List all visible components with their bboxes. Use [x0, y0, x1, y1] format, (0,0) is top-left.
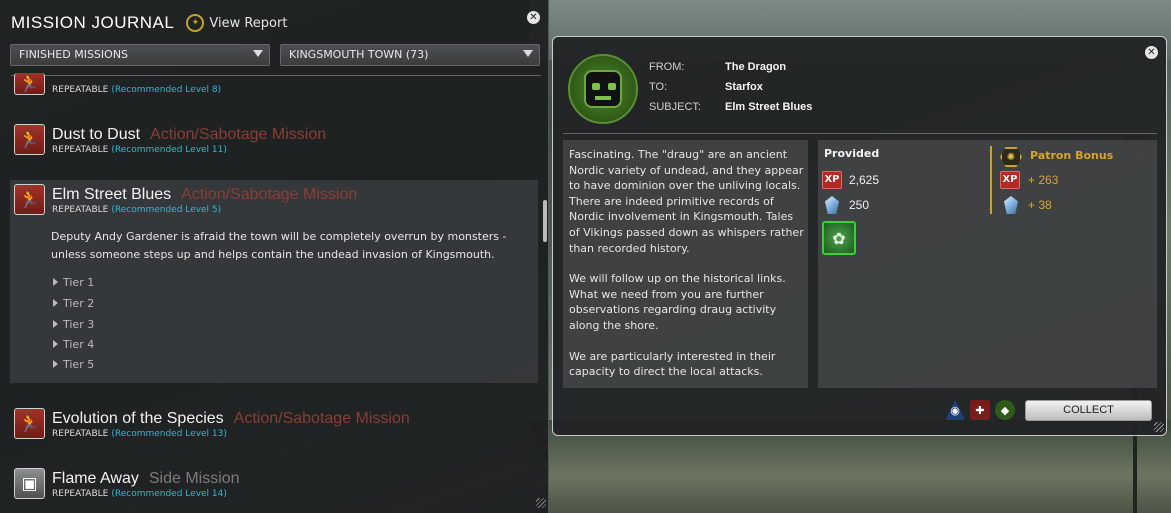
xp-reward: 2,625: [849, 173, 880, 187]
journal-scrollbar[interactable]: [543, 200, 547, 242]
zone-dropdown[interactable]: KINGSMOUTH TOWN (73): [280, 44, 540, 66]
mission-description: Deputy Andy Gardener is afraid the town …: [51, 230, 507, 261]
mission-name: Dust to Dust: [52, 126, 141, 143]
cube-icon: ▣: [14, 468, 45, 499]
mission-item-flame-away[interactable]: ▣ Flame Away Side Mission REPEATABLE (Reco…: [14, 468, 534, 504]
chevron-down-icon: [523, 50, 533, 57]
mission-subtitle: REPEATABLE (Recommended Level 14): [52, 489, 227, 499]
subject-label: SUBJECT:: [649, 101, 701, 113]
patron-bonus-label: Patron Bonus: [1030, 149, 1114, 162]
view-report-link[interactable]: ✦ View Report: [186, 14, 287, 32]
view-report-label: View Report: [209, 15, 288, 31]
to-label: TO:: [649, 81, 668, 93]
from-value: The Dragon: [725, 61, 787, 73]
mission-type: Action/Sabotage Mission: [233, 410, 410, 427]
mission-type: Side Mission: [148, 470, 240, 487]
mission-item-elm-street-blues[interactable]: 🏃 Elm Street Blues Action/Sabotage Missio…: [14, 184, 534, 220]
running-man-icon: 🏃: [14, 184, 45, 215]
from-label: FROM:: [649, 61, 685, 73]
mission-status-value: FINISHED MISSIONS: [19, 48, 129, 61]
reward-item-slot[interactable]: ✿: [822, 221, 856, 255]
tier-5-toggle[interactable]: Tier 5: [53, 358, 94, 371]
running-man-icon: 🏃: [14, 73, 45, 95]
mission-subtitle: REPEATABLE (Recommended Level 8): [52, 85, 222, 95]
running-man-icon: 🏃: [14, 408, 45, 439]
mission-item-evolution-of-the-species[interactable]: 🏃 Evolution of the Species Action/Sabotag…: [14, 408, 534, 444]
zone-value: KINGSMOUTH TOWN (73): [289, 48, 429, 61]
currency-reward: 250: [849, 198, 870, 212]
message-paragraph: We will follow up on the historical link…: [569, 272, 786, 332]
journal-header: MISSION JOURNAL ✦ View Report: [11, 10, 287, 36]
dragon-faction-icon: ◆: [995, 400, 1015, 420]
mission-subtitle: REPEATABLE (Recommended Level 13): [52, 429, 227, 439]
running-man-icon: 🏃: [14, 124, 45, 155]
chevron-down-icon: [253, 50, 263, 57]
mission-name: Evolution of the Species: [52, 410, 224, 427]
templar-cross-icon: ✚: [970, 400, 990, 420]
to-value: Starfox: [725, 81, 763, 93]
message-paragraph: Fascinating. The "draug" are an ancient …: [569, 148, 804, 255]
xp-icon: XP: [822, 171, 842, 189]
tier-3-toggle[interactable]: Tier 3: [53, 318, 94, 331]
patron-xp-bonus: + 263: [1028, 173, 1059, 187]
report-close-icon[interactable]: ✕: [1145, 46, 1158, 59]
tier-4-toggle[interactable]: Tier 4: [53, 338, 94, 351]
patron-currency-bonus: + 38: [1028, 198, 1052, 212]
report-divider: [563, 133, 1157, 134]
tier-1-toggle[interactable]: Tier 1: [53, 276, 94, 289]
subject-value: Elm Street Blues: [725, 101, 813, 113]
mission-type: Action/Sabotage Mission: [150, 126, 327, 143]
mission-type: Action/Sabotage Mission: [181, 186, 358, 203]
mission-subtitle: REPEATABLE (Recommended Level 11): [52, 145, 227, 155]
message-body: Fascinating. The "draug" are an ancient …: [569, 147, 805, 380]
provided-label: Provided: [824, 147, 880, 160]
journal-resize-handle[interactable]: [536, 498, 546, 508]
mission-item-dust-to-dust[interactable]: 🏃 Dust to Dust Action/Sabotage Mission RE…: [14, 124, 534, 160]
dragon-emblem-icon: [568, 54, 638, 124]
mission-item[interactable]: 🏃 REPEATABLE (Recommended Level 8): [14, 73, 534, 103]
mission-name: Flame Away: [52, 470, 139, 487]
mission-status-dropdown[interactable]: FINISHED MISSIONS: [10, 44, 270, 66]
tier-2-toggle[interactable]: Tier 2: [53, 297, 94, 310]
report-resize-handle[interactable]: [1154, 422, 1164, 432]
dragon-emblem-icon: ✦: [186, 14, 205, 32]
mission-subtitle: REPEATABLE (Recommended Level 5): [52, 205, 222, 215]
journal-title: MISSION JOURNAL: [11, 13, 175, 32]
mission-name: Elm Street Blues: [52, 186, 172, 203]
message-paragraph: We are particularly interested in their …: [569, 349, 776, 379]
patron-separator: [990, 146, 992, 214]
collect-button[interactable]: COLLECT: [1025, 400, 1152, 421]
journal-close-icon[interactable]: ✕: [527, 11, 540, 24]
xp-icon: XP: [1000, 171, 1020, 189]
